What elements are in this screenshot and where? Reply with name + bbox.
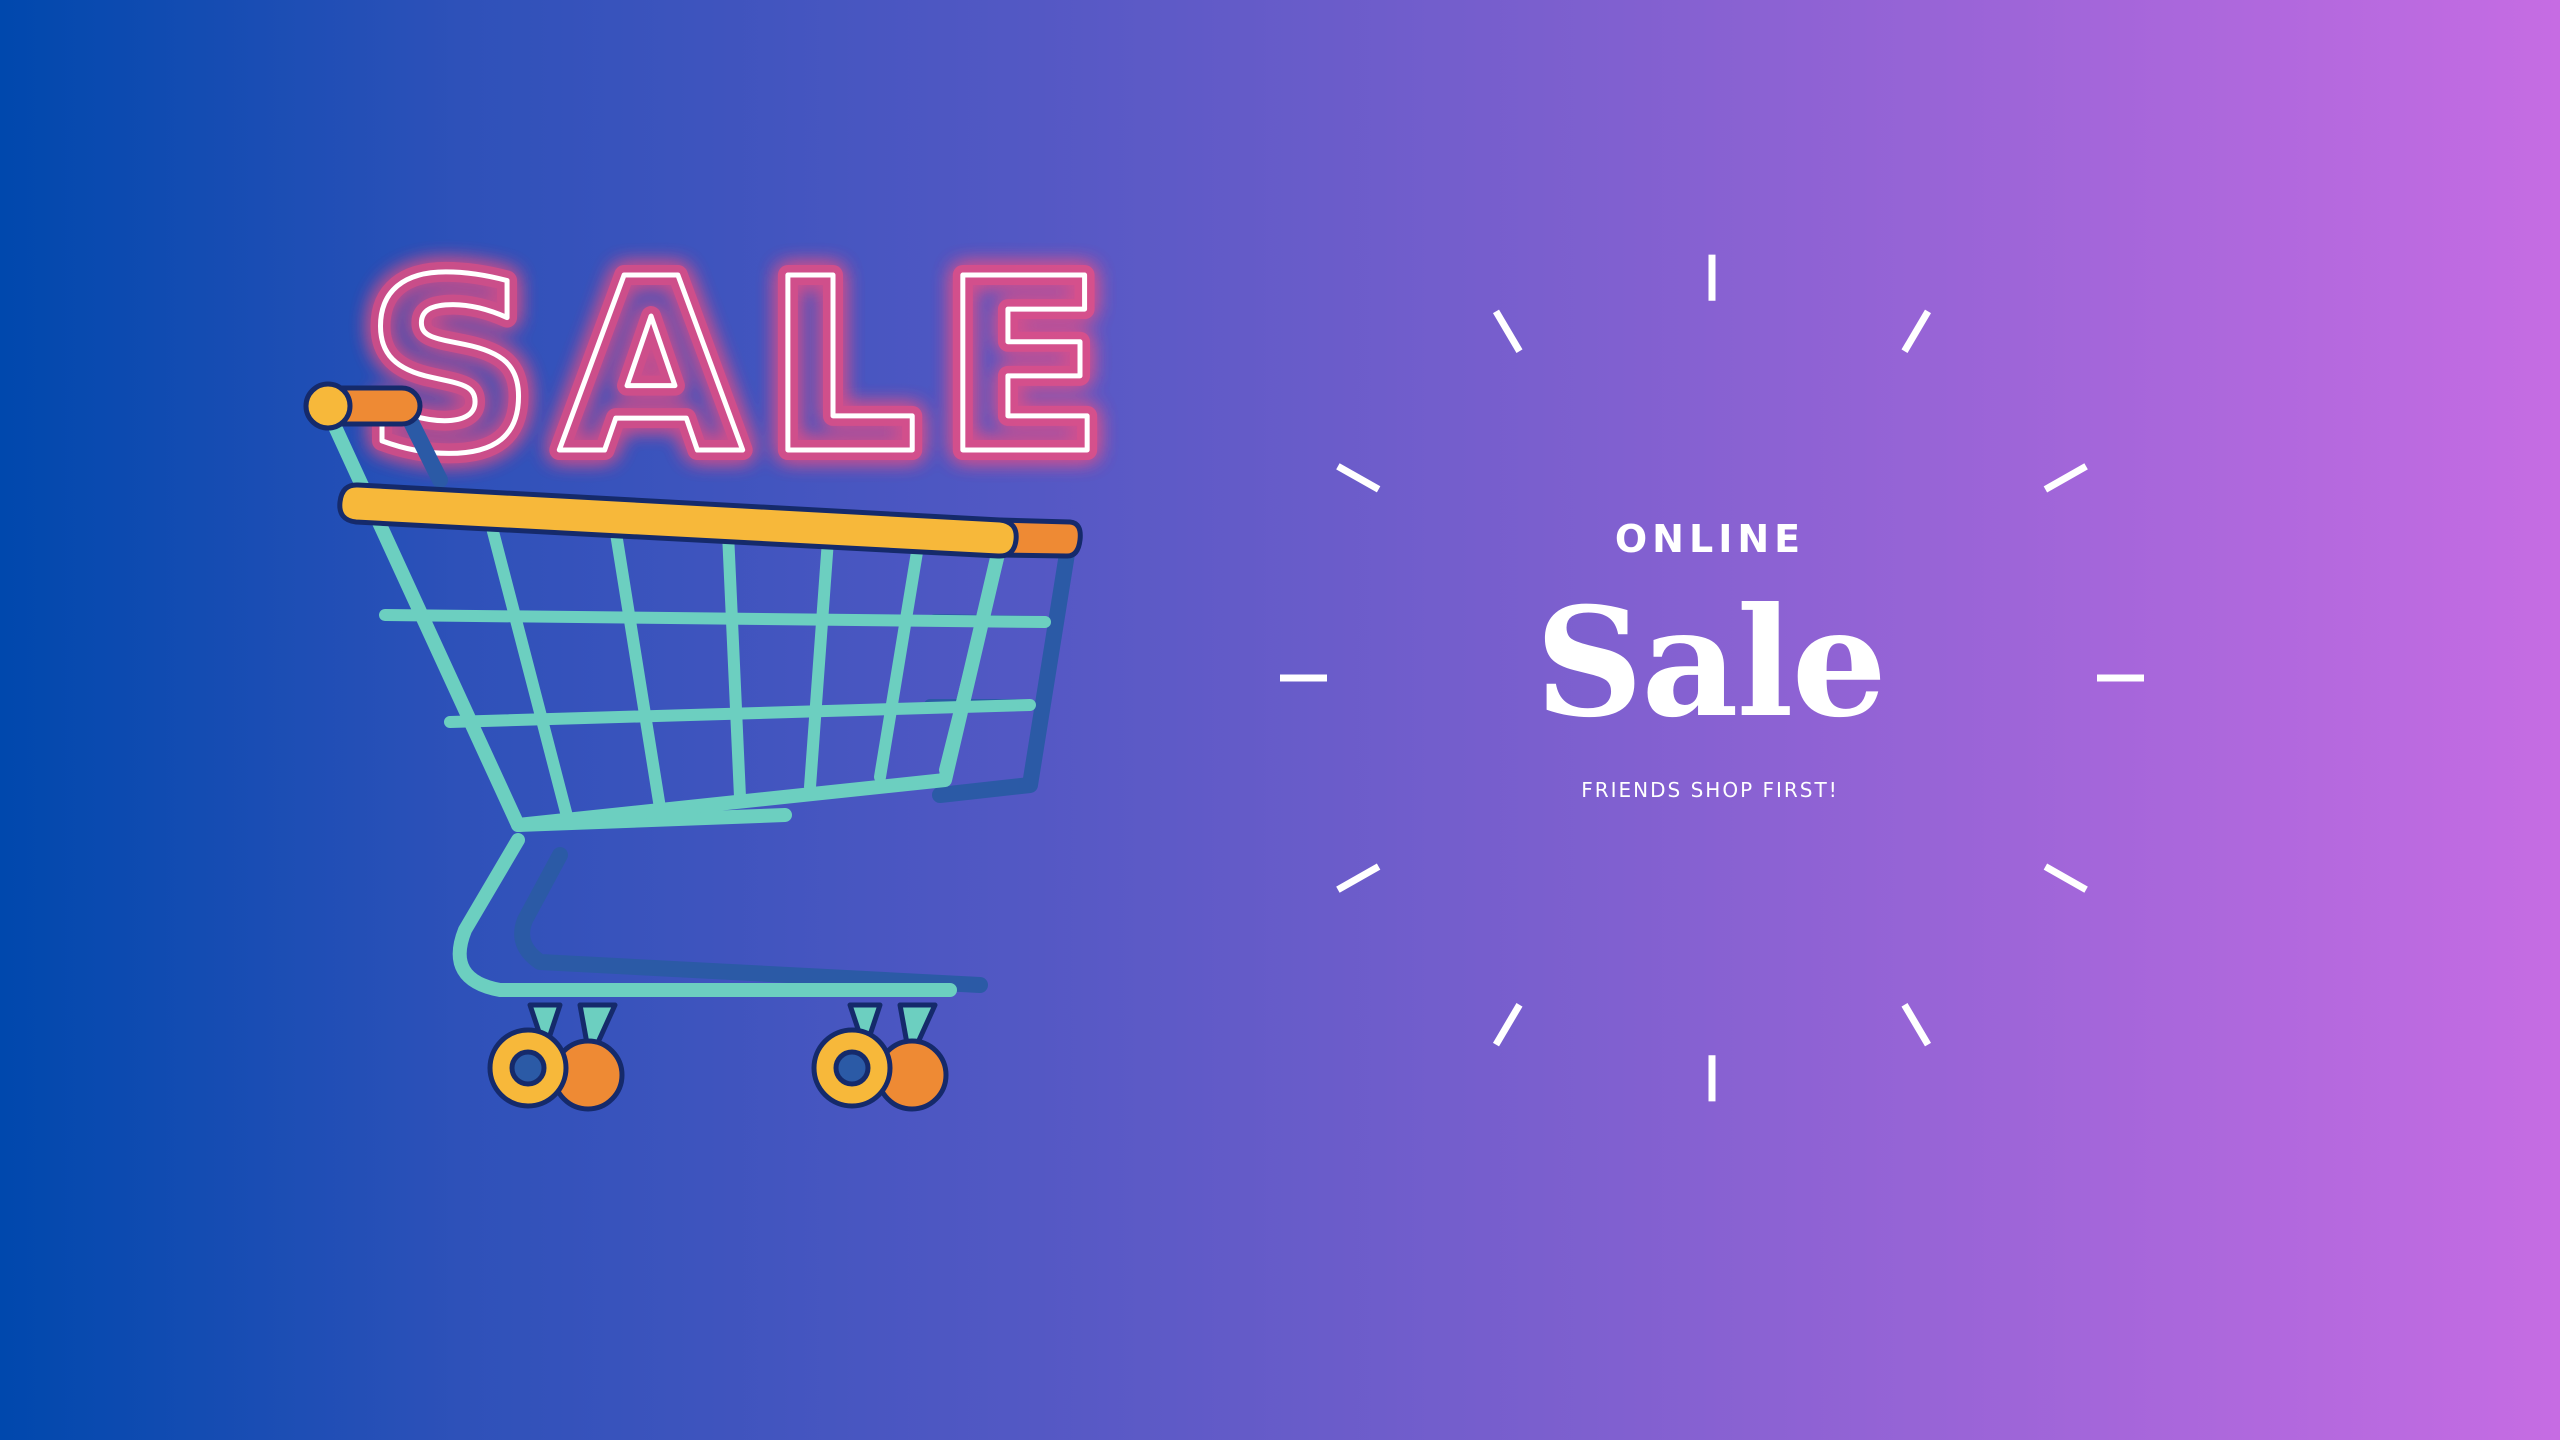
sunburst-ray — [2043, 463, 2088, 493]
promo-tagline: FRIENDS SHOP FIRST! — [1581, 778, 1839, 802]
sale-banner: SALE SALE ONLINE Sale FRIENDS SHOP FIRST… — [0, 0, 2560, 1440]
sunburst-ray — [1336, 463, 1381, 493]
sunburst-ray — [1901, 1003, 1932, 1047]
promo-block: ONLINE Sale FRIENDS SHOP FIRST! — [1490, 520, 1930, 800]
sunburst-ray — [1492, 1003, 1523, 1047]
sunburst-rays — [1280, 254, 2144, 1102]
sunburst-ray — [1901, 309, 1932, 353]
promo-kicker: ONLINE — [1614, 517, 1806, 561]
sunburst-ray — [1492, 309, 1523, 353]
promo-title: Sale — [1535, 575, 1887, 751]
sunburst-ray — [2043, 863, 2088, 893]
sunburst-ray — [1336, 863, 1381, 893]
